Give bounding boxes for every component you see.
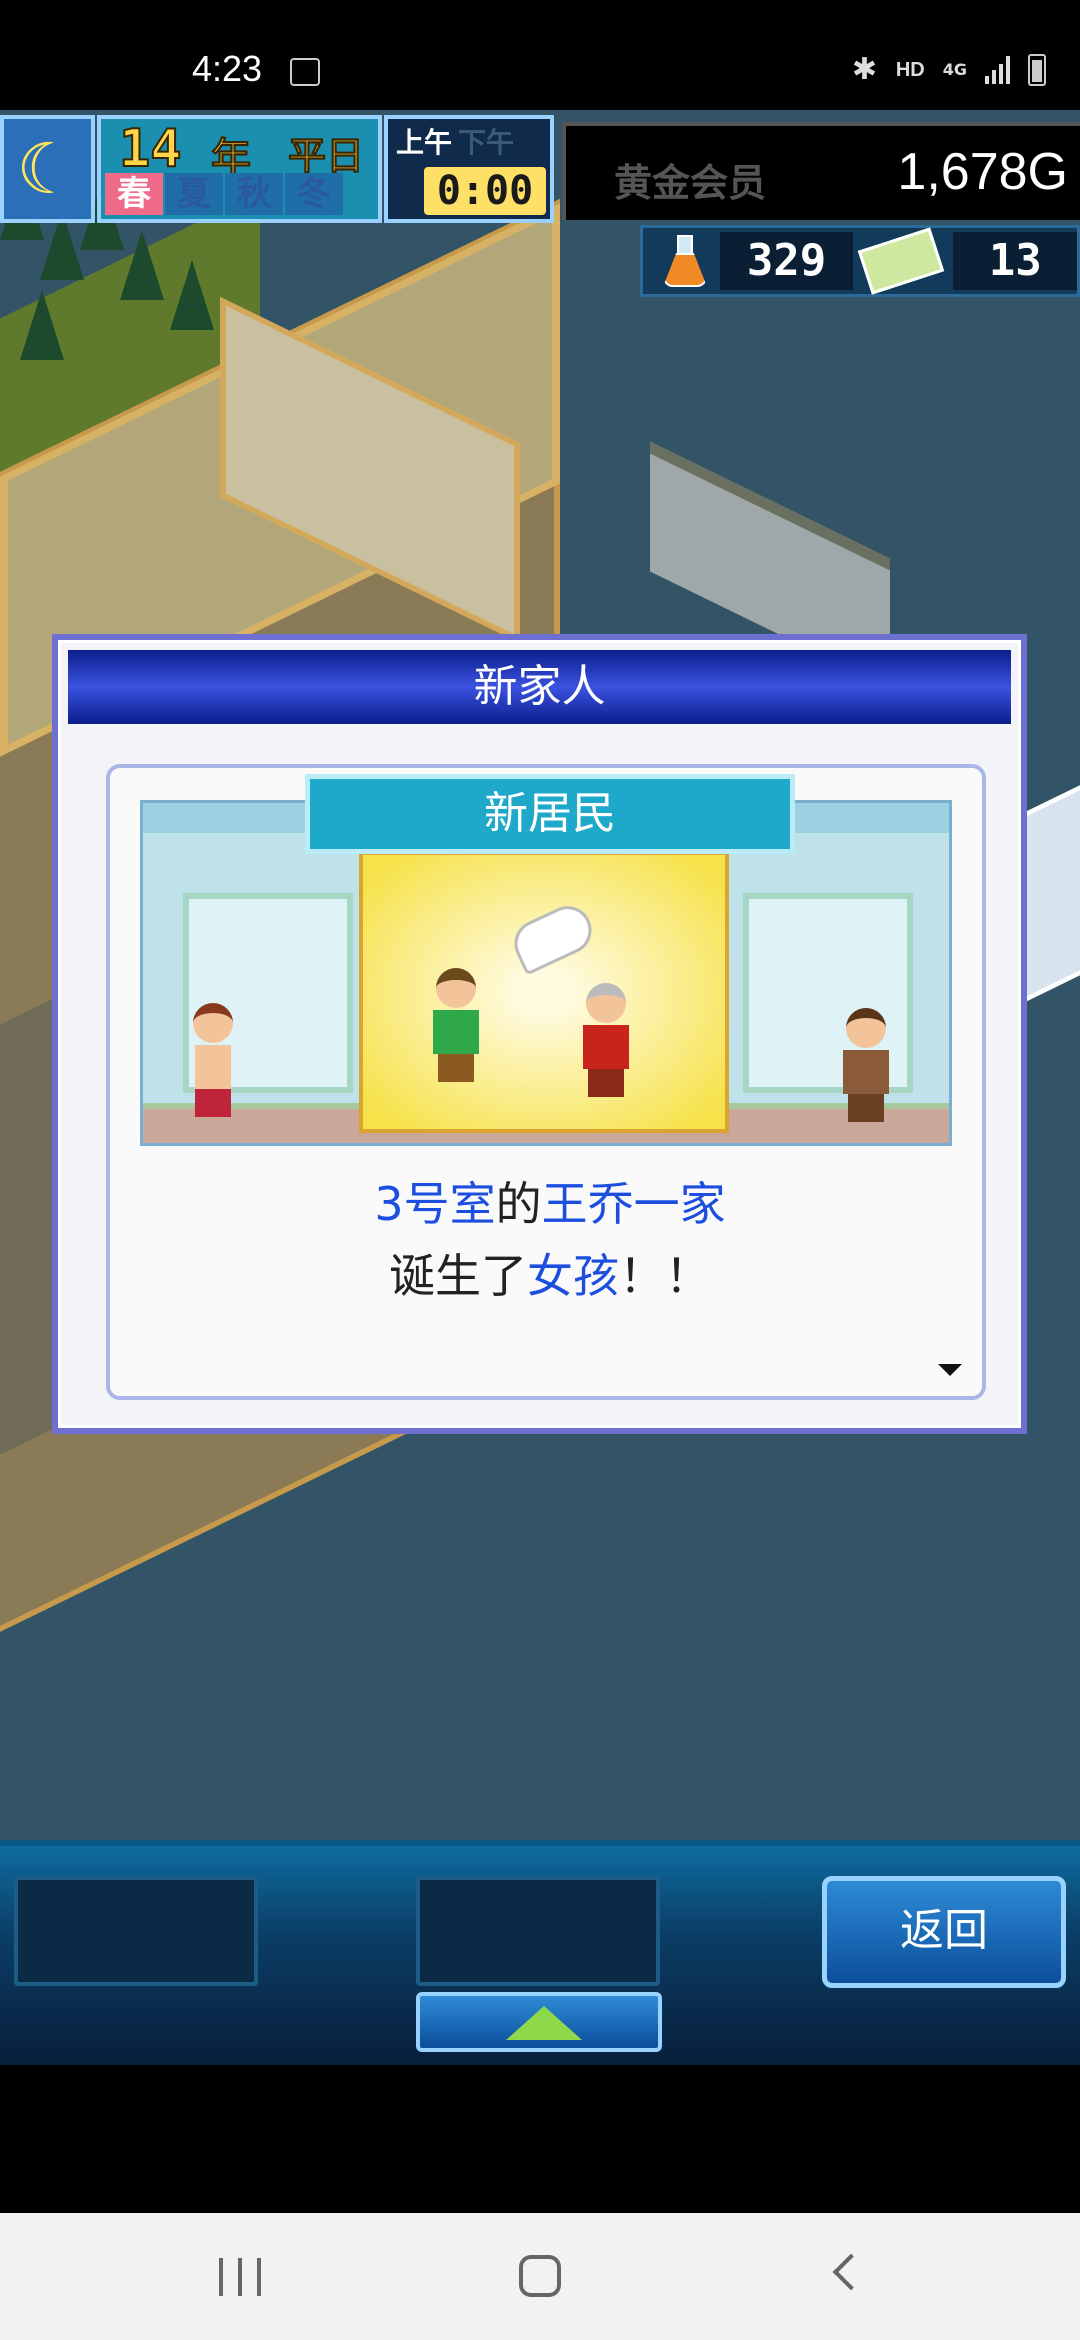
- event-message: 3号室的王乔一家 诞生了女孩！！: [110, 1168, 990, 1312]
- father-icon: [433, 968, 479, 1082]
- message-prefix: 诞生了: [389, 1249, 527, 1303]
- hud: ☾ 14 年 平日 春 夏 秋 冬 上午 下午 0:00 黄金会员 1,678G: [0, 110, 1080, 230]
- date-panel: 14 年 平日 春 夏 秋 冬: [97, 115, 382, 223]
- research-points: 329: [720, 232, 854, 290]
- bluetooth-icon: ✱: [851, 52, 877, 87]
- flask-icon: [655, 231, 712, 291]
- season-autumn: 秋: [225, 173, 283, 215]
- network-type: 4G: [942, 60, 967, 79]
- season-summer: 夏: [165, 173, 223, 215]
- dialog-title: 新家人: [68, 650, 1011, 724]
- baby-gender: 女孩: [527, 1249, 619, 1303]
- back-icon[interactable]: [832, 2253, 870, 2291]
- chevron-up-icon: [506, 2006, 582, 2040]
- pm-label: 下午: [458, 126, 515, 159]
- signal-icon: [985, 56, 1010, 84]
- expand-menu-button[interactable]: [416, 1992, 662, 2052]
- ticket-icon: [857, 227, 945, 295]
- resource-bar: 329 13: [640, 225, 1080, 297]
- continue-arrow-icon[interactable]: [938, 1364, 962, 1376]
- money-panel: 黄金会员 1,678G: [562, 122, 1080, 220]
- menu-slot-center[interactable]: [416, 1876, 660, 1986]
- back-button[interactable]: 返回: [822, 1876, 1066, 1988]
- mother-icon: [583, 983, 629, 1097]
- bottom-menu: 返回: [0, 1840, 1080, 2065]
- status-icons: ✱ HD 4G: [852, 52, 1046, 88]
- game-clock: 0:00: [424, 167, 546, 215]
- message-suffix: ！！: [619, 1249, 711, 1303]
- message-line-2: 诞生了女孩！！: [110, 1240, 990, 1312]
- home-icon[interactable]: [519, 2255, 561, 2297]
- am-label: 上午: [396, 126, 453, 159]
- room-number: 3号室: [374, 1177, 496, 1231]
- tree-icon: [170, 260, 214, 330]
- dialog-content: 新居民 3号室的王乔一家 诞生了女孩！！: [106, 764, 986, 1400]
- message-line-1: 3号室的王乔一家: [110, 1168, 990, 1240]
- message-connector: 的: [495, 1177, 542, 1231]
- tree-icon: [120, 230, 164, 300]
- moon-icon: ☾: [0, 115, 95, 223]
- event-dialog[interactable]: 新家人 新居民 3号室的王乔一家 诞生了女孩！！: [52, 634, 1027, 1434]
- resident-man-icon: [843, 1008, 889, 1122]
- system-nav-bar: [0, 2213, 1080, 2340]
- battery-icon: [1028, 54, 1046, 86]
- spotlight: [359, 851, 729, 1133]
- status-time: 4:23: [192, 48, 263, 89]
- gold-amount: 1,678G: [897, 143, 1068, 201]
- membership-label: 黄金会员: [614, 161, 767, 205]
- season-spring: 春: [105, 173, 163, 215]
- scene-tag: 新居民: [305, 774, 795, 854]
- season-winter: 冬: [285, 173, 343, 215]
- status-bar: 4:23 ✱ HD 4G: [0, 0, 1080, 110]
- tree-icon: [20, 290, 64, 360]
- family-name: 王乔一家: [541, 1177, 726, 1231]
- weekday-label: 平日: [287, 134, 364, 179]
- time-panel: 上午 下午 0:00: [384, 115, 554, 223]
- resident-girl-icon: [193, 1003, 233, 1117]
- recents-icon[interactable]: [219, 2258, 261, 2296]
- menu-slot-left[interactable]: [14, 1876, 258, 1986]
- year-number: 14: [118, 118, 183, 180]
- notification-icon: [290, 58, 320, 86]
- season-indicator: 春 夏 秋 冬: [105, 173, 343, 215]
- ticket-count: 13: [953, 232, 1077, 290]
- hd-label: HD: [895, 58, 925, 81]
